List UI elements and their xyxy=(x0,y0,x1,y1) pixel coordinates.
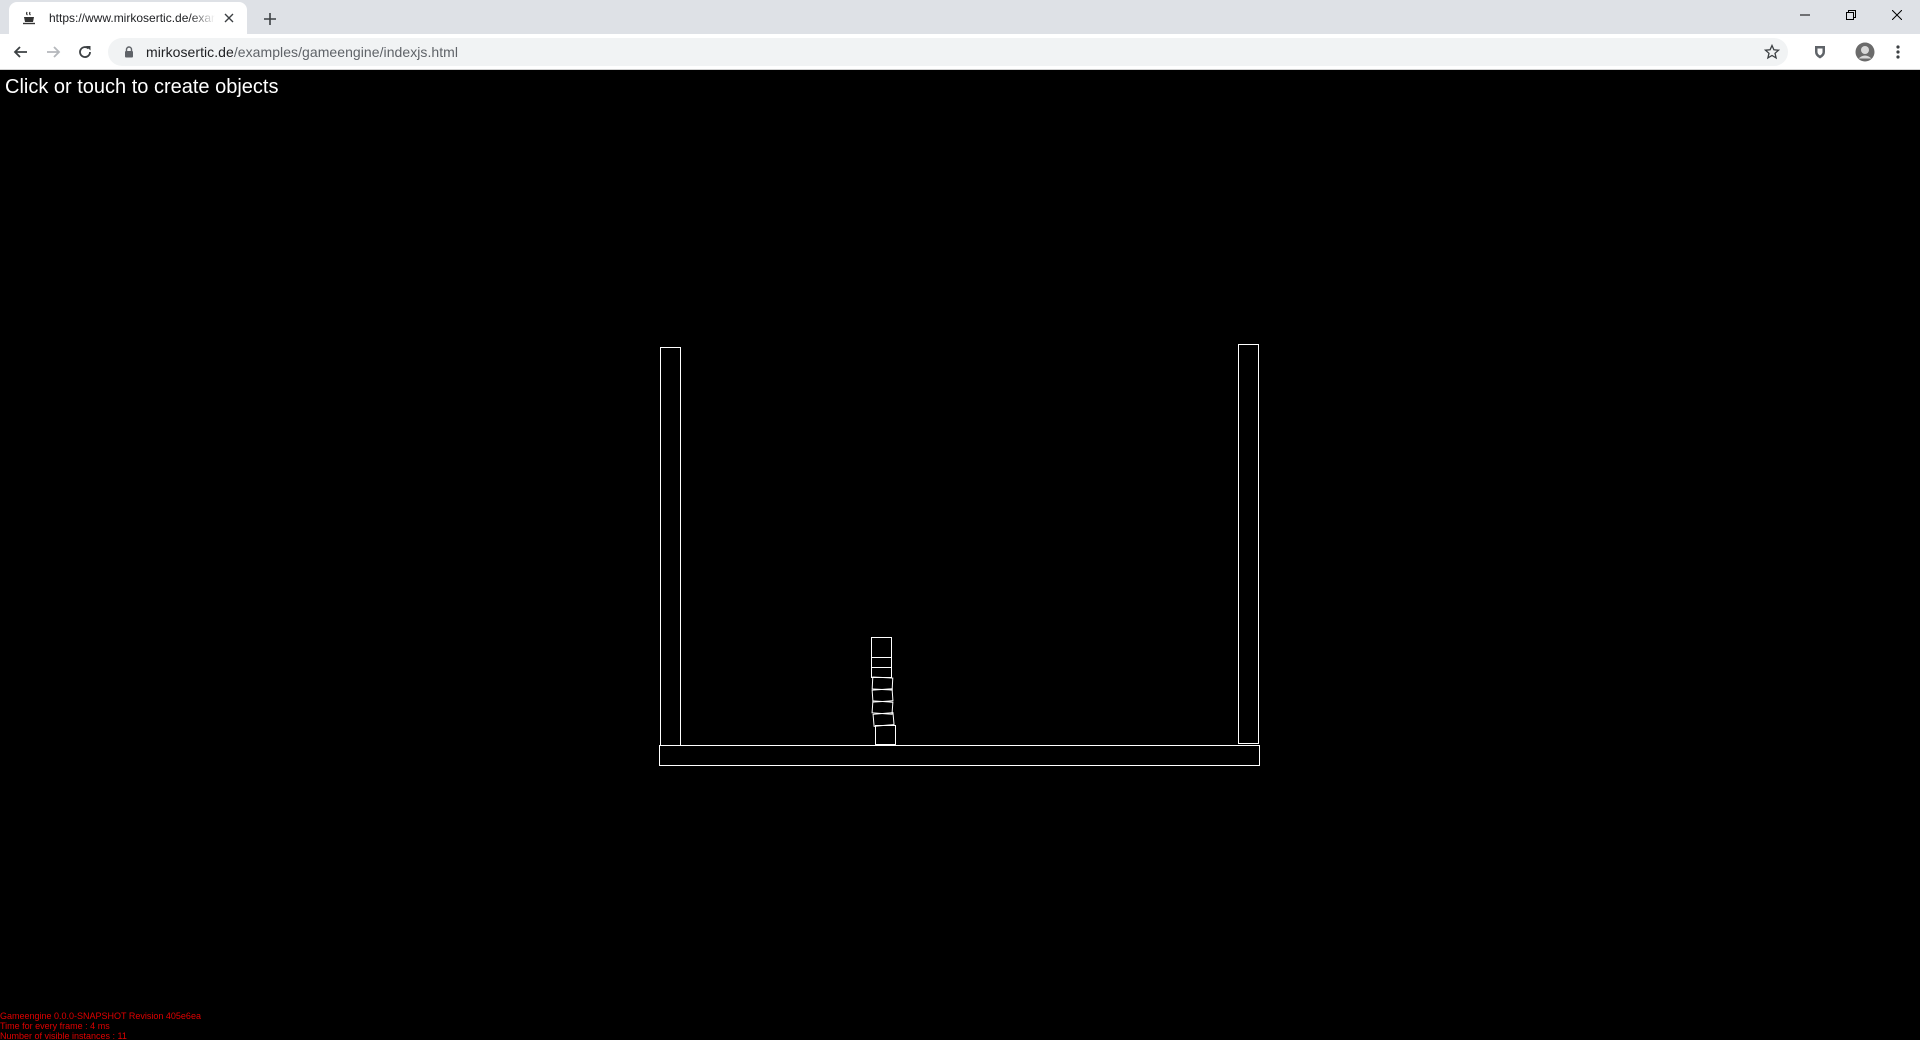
stacked-box xyxy=(871,667,892,678)
stacked-box xyxy=(871,688,894,703)
stacked-box xyxy=(871,700,894,715)
url-path: /examples/gameengine/indexjs.html xyxy=(233,44,459,60)
star-icon[interactable] xyxy=(1764,44,1780,60)
stacked-box xyxy=(872,712,895,727)
close-icon[interactable] xyxy=(221,10,237,26)
reload-icon xyxy=(79,46,91,58)
new-tab-button[interactable] xyxy=(258,7,282,31)
minimize-button[interactable] xyxy=(1782,0,1828,30)
back-button[interactable] xyxy=(7,38,35,66)
restore-icon xyxy=(1846,10,1856,20)
browser-tab[interactable]: https://www.mirkosertic.de/examples/game… xyxy=(9,2,247,34)
window-controls xyxy=(1782,0,1920,30)
forward-button[interactable] xyxy=(39,38,67,66)
url-host: mirkosertic.de xyxy=(146,44,234,60)
tab-title: https://www.mirkosertic.de/examples/game… xyxy=(49,11,215,25)
left-wall xyxy=(660,347,681,746)
window-close-button[interactable] xyxy=(1874,0,1920,30)
profile-button[interactable] xyxy=(1851,38,1879,66)
floor xyxy=(659,745,1260,766)
lock-icon[interactable] xyxy=(122,45,136,59)
engine-version: Gameengine 0.0.0-SNAPSHOT Revision 405e6… xyxy=(0,1011,201,1021)
debug-info: Gameengine 0.0.0-SNAPSHOT Revision 405e6… xyxy=(0,1011,201,1040)
game-canvas[interactable]: Click or touch to create objects Gameeng… xyxy=(0,71,1920,1040)
browser-menu-button[interactable] xyxy=(1884,38,1912,66)
url-text: mirkosertic.de/examples/gameengine/index… xyxy=(146,44,458,60)
arrow-right-icon xyxy=(47,46,61,58)
shield-icon xyxy=(1815,46,1825,59)
extension-button[interactable] xyxy=(1806,38,1834,66)
stacked-box xyxy=(871,676,894,691)
arrow-left-icon xyxy=(13,46,27,58)
address-bar[interactable]: mirkosertic.de/examples/gameengine/index… xyxy=(108,38,1788,66)
stacked-box xyxy=(875,725,896,745)
right-wall xyxy=(1238,344,1259,744)
plus-icon xyxy=(264,13,276,25)
stacked-box xyxy=(871,657,892,668)
close-icon xyxy=(1892,10,1902,20)
minimize-icon xyxy=(1800,14,1810,16)
instance-count: Number of visible instances : 11 xyxy=(0,1031,127,1040)
browser-toolbar: mirkosertic.de/examples/gameengine/index… xyxy=(0,34,1920,70)
kebab-menu-icon xyxy=(1896,45,1900,59)
restore-button[interactable] xyxy=(1828,0,1874,30)
coffee-cup-icon xyxy=(21,10,37,26)
stacked-box xyxy=(871,637,892,658)
tab-strip: https://www.mirkosertic.de/examples/game… xyxy=(0,0,1920,34)
physics-scene[interactable] xyxy=(0,71,1920,1040)
reload-button[interactable] xyxy=(71,38,99,66)
avatar xyxy=(1855,42,1875,62)
frame-time: Time for every frame : 4 ms xyxy=(0,1021,110,1031)
